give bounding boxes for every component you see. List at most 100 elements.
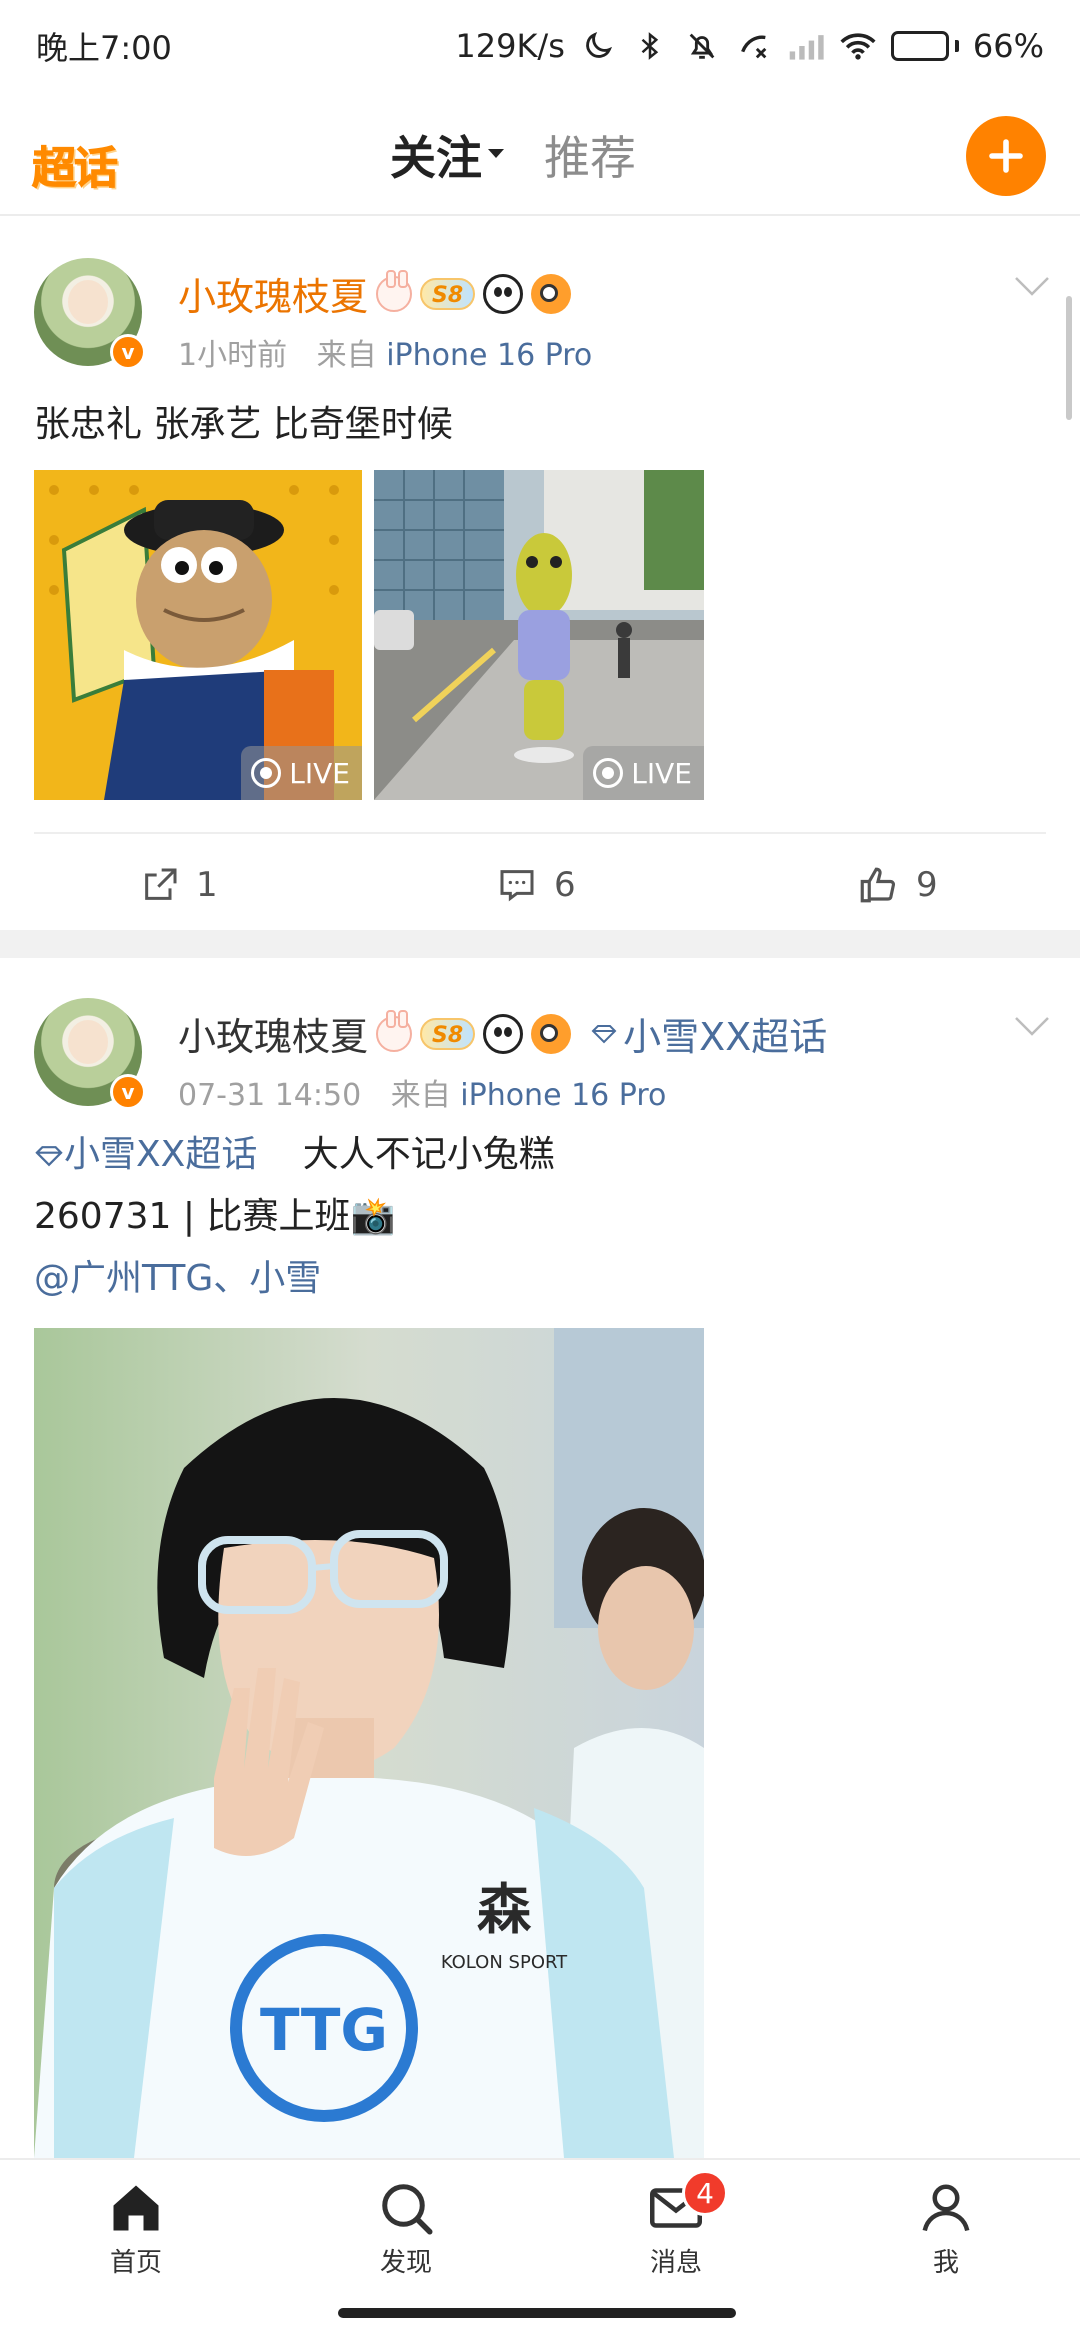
post-card[interactable]: v 小玫瑰枝夏 S8 1小时前 来自 iPhone 16 Pro 张忠礼 张承艺… bbox=[0, 218, 1080, 930]
tab-following-label: 关注 bbox=[390, 131, 482, 185]
diamond-icon bbox=[591, 1024, 617, 1043]
post-card[interactable]: v 小玫瑰枝夏 S8 小雪XX超话 07-31 14:50 来自 iPhone … bbox=[0, 958, 1080, 2158]
nav-messages[interactable]: 消息 4 bbox=[606, 2170, 746, 2279]
comment-count: 6 bbox=[554, 865, 576, 905]
add-post-button[interactable] bbox=[966, 116, 1046, 196]
battery-percent: 66% bbox=[972, 27, 1044, 65]
tab-recommended-label: 推荐 bbox=[544, 131, 636, 185]
post-time: 07-31 14:50 bbox=[178, 1078, 362, 1113]
level-badge: S8 bbox=[420, 277, 476, 310]
post-source: iPhone 16 Pro bbox=[460, 1078, 667, 1113]
caret-down-icon bbox=[488, 149, 504, 158]
comment-icon bbox=[500, 870, 534, 902]
live-badge: LIVE bbox=[583, 746, 704, 800]
battery-icon bbox=[890, 31, 959, 61]
live-icon bbox=[251, 758, 282, 788]
repost-icon bbox=[145, 868, 177, 900]
avatar[interactable]: v bbox=[34, 998, 146, 1110]
tab-recommended[interactable]: 推荐 bbox=[544, 122, 636, 202]
fish-icon bbox=[531, 1013, 572, 1054]
supertopic-link[interactable]: 小雪XX超话 bbox=[591, 1006, 827, 1061]
post-text: 张忠礼 张承艺 比奇堡时候 bbox=[34, 404, 453, 445]
wifi-icon bbox=[839, 27, 877, 65]
post-text-line2: 260731 | 比赛上班📸 bbox=[34, 1196, 396, 1237]
post-source: iPhone 16 Pro bbox=[386, 338, 593, 373]
home-indicator[interactable] bbox=[338, 2308, 736, 2318]
verified-badge-icon: v bbox=[110, 334, 146, 370]
level-badge: S8 bbox=[420, 1017, 476, 1050]
supertopic-name: 小雪XX超话 bbox=[623, 1015, 828, 1059]
feed-tabs: 关注 推荐 bbox=[390, 122, 636, 202]
nav-home-label: 首页 bbox=[109, 2248, 162, 2278]
network-speed: 129K/s bbox=[455, 27, 565, 65]
topic-link-label: 小雪XX超话 bbox=[64, 1134, 258, 1175]
supertopic-logo[interactable]: 超话 bbox=[32, 132, 119, 196]
repost-count: 1 bbox=[196, 865, 218, 905]
person-icon bbox=[922, 2184, 970, 2232]
home-icon bbox=[113, 2185, 159, 2231]
scrollbar[interactable] bbox=[1066, 296, 1072, 420]
post-meta: 07-31 14:50 来自 iPhone 16 Pro bbox=[178, 1070, 666, 1114]
like-button[interactable]: 9 bbox=[856, 840, 938, 930]
nav-divider bbox=[0, 214, 1080, 216]
post-author: 小玫瑰枝夏 S8 小雪XX超话 bbox=[178, 1006, 827, 1061]
post-author: 小玫瑰枝夏 S8 bbox=[178, 266, 572, 321]
mention-link[interactable]: @广州TTG、小雪 bbox=[34, 1248, 555, 1310]
unread-badge: 4 bbox=[682, 2170, 728, 2216]
repost-button[interactable]: 1 bbox=[140, 840, 218, 930]
source-prefix: 来自 bbox=[316, 338, 377, 373]
post-meta: 1小时前 来自 iPhone 16 Pro bbox=[178, 330, 592, 374]
nav-home[interactable]: 首页 bbox=[66, 2178, 206, 2279]
avatar[interactable]: v bbox=[34, 258, 146, 370]
nav-me-label: 我 bbox=[932, 2248, 959, 2278]
nav-me[interactable]: 我 bbox=[876, 2178, 1016, 2279]
live-icon bbox=[593, 758, 624, 788]
post-text-line1: 大人不记小兔糕 bbox=[302, 1134, 555, 1175]
nav-discover-label: 发现 bbox=[379, 2248, 432, 2278]
comment-button[interactable]: 6 bbox=[496, 840, 576, 930]
svg-text:森: 森 bbox=[477, 1878, 532, 1941]
nav-messages-label: 消息 bbox=[649, 2248, 702, 2278]
fish-icon bbox=[531, 273, 572, 314]
tab-following[interactable]: 关注 bbox=[390, 122, 504, 202]
post-time: 1小时前 bbox=[178, 338, 288, 373]
live-badge: LIVE bbox=[241, 746, 362, 800]
live-label: LIVE bbox=[631, 756, 692, 790]
post-actions: 1 6 9 bbox=[0, 840, 1080, 930]
like-count: 9 bbox=[916, 865, 938, 905]
moon-icon bbox=[579, 27, 617, 65]
post-image[interactable]: LIVE bbox=[374, 470, 704, 800]
call-forward-icon bbox=[735, 27, 773, 65]
rabbit-badge-icon bbox=[376, 1009, 413, 1052]
action-divider bbox=[34, 832, 1046, 834]
post-image[interactable]: TTG 森 KOLON SPORT bbox=[34, 1328, 704, 2158]
search-icon bbox=[382, 2184, 433, 2235]
status-icons: 129K/s 66% bbox=[455, 27, 1044, 65]
live-label: LIVE bbox=[289, 756, 350, 790]
svg-text:KOLON SPORT: KOLON SPORT bbox=[441, 1952, 568, 1973]
svg-text:TTG: TTG bbox=[260, 1996, 388, 2064]
panda-icon bbox=[483, 273, 524, 314]
signal-icon bbox=[787, 27, 825, 65]
chevron-down-icon[interactable] bbox=[1012, 274, 1052, 298]
feed-separator bbox=[0, 930, 1080, 958]
verified-badge-icon: v bbox=[110, 1074, 146, 1110]
status-time: 晚上7:00 bbox=[36, 29, 172, 67]
status-bar: 晚上7:00 129K/s 66% bbox=[0, 0, 1080, 92]
post-image[interactable]: LIVE bbox=[34, 470, 362, 800]
source-prefix: 来自 bbox=[390, 1078, 451, 1113]
username[interactable]: 小玫瑰枝夏 bbox=[178, 266, 368, 321]
top-nav: 超话 关注 推荐 bbox=[0, 110, 1080, 210]
thumbs-up-icon bbox=[860, 867, 896, 903]
nav-discover[interactable]: 发现 bbox=[336, 2178, 476, 2279]
topic-link[interactable]: 小雪XX超话 bbox=[34, 1134, 269, 1175]
rabbit-badge-icon bbox=[376, 269, 413, 312]
mute-bell-icon bbox=[683, 27, 721, 65]
chevron-down-icon[interactable] bbox=[1012, 1014, 1052, 1038]
post-text: 小雪XX超话 大人不记小兔糕 260731 | 比赛上班📸 @广州TTG、小雪 bbox=[34, 1124, 555, 1310]
bluetooth-icon bbox=[631, 27, 669, 65]
panda-icon bbox=[483, 1013, 524, 1054]
username[interactable]: 小玫瑰枝夏 bbox=[178, 1006, 368, 1061]
plus-icon bbox=[989, 139, 1023, 173]
diamond-icon bbox=[35, 1146, 63, 1167]
